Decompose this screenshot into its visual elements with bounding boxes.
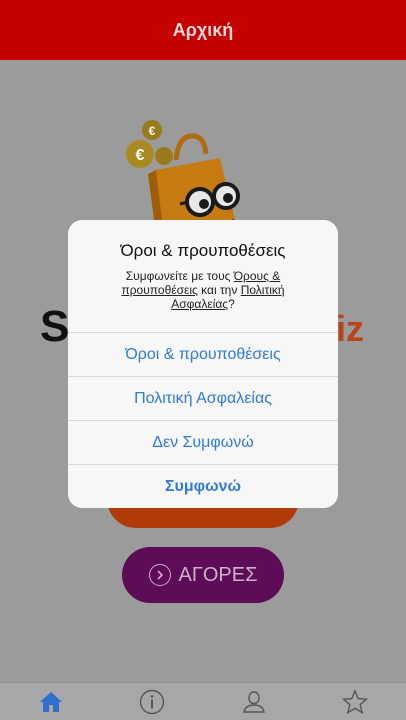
app-header: Αρχική: [0, 0, 406, 60]
disagree-button[interactable]: Δεν Συμφωνώ: [68, 421, 338, 465]
home-icon: [39, 691, 62, 712]
svg-text:€: €: [149, 124, 156, 138]
tab-favorites[interactable]: [305, 683, 406, 720]
privacy-policy-button[interactable]: Πολιτική Ασφαλείας: [68, 377, 338, 421]
logo-text-left: S: [40, 302, 70, 351]
bottom-tab-bar: [0, 682, 406, 720]
tab-profile[interactable]: [203, 683, 305, 720]
dialog-message-prefix: Συμφωνείτε με τους: [125, 269, 234, 283]
dialog-message-suffix: ?: [228, 297, 235, 311]
purchases-label: ΑΓΟΡΕΣ: [178, 563, 258, 586]
terms-button[interactable]: Όροι & προυποθέσεις: [68, 333, 338, 377]
tab-info[interactable]: [102, 683, 204, 720]
tab-home[interactable]: [0, 683, 102, 720]
dialog-message: Συμφωνείτε με τους Όρους & προυποθέσεις …: [68, 269, 338, 311]
user-icon: [242, 690, 265, 713]
chevron-right-icon: [148, 564, 171, 586]
logo-text-right: iz: [336, 308, 365, 349]
dialog-message-middle: και την: [197, 283, 241, 297]
dialog-header: Όροι & προυποθέσεις Συμφωνείτε με τους Ό…: [68, 220, 338, 333]
svg-text:€: €: [136, 147, 145, 164]
purchases-button[interactable]: ΑΓΟΡΕΣ: [122, 547, 284, 603]
agree-button[interactable]: Συμφωνώ: [68, 465, 338, 508]
info-icon: [140, 689, 165, 714]
star-icon: [342, 688, 369, 714]
dialog-title: Όροι & προυποθέσεις: [120, 241, 286, 260]
page-title: Αρχική: [172, 19, 234, 40]
terms-dialog: Όροι & προυποθέσεις Συμφωνείτε με τους Ό…: [68, 220, 338, 508]
